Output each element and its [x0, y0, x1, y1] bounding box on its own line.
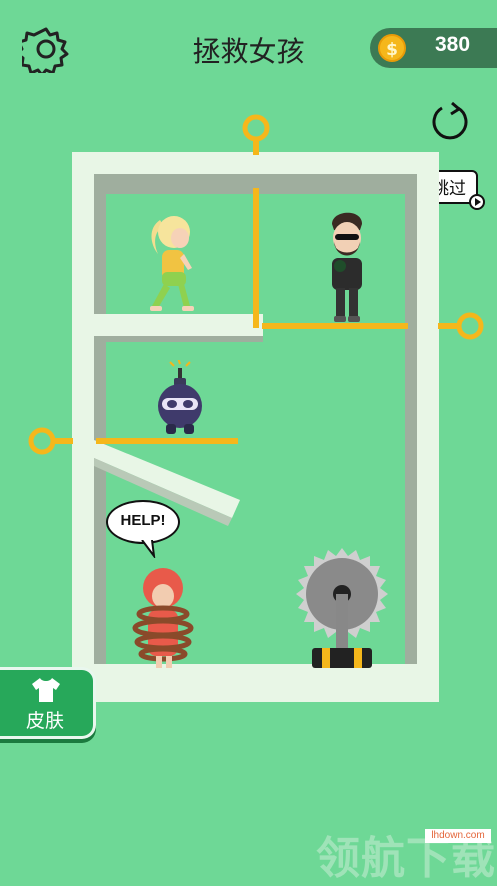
pin-horizontal-right[interactable]	[260, 310, 486, 342]
villain-man	[332, 212, 362, 322]
shirt-icon	[32, 678, 60, 702]
circular-saw	[296, 548, 388, 668]
blonde-girl	[150, 216, 194, 311]
watermark-url: lhdown.com	[425, 829, 491, 843]
tied-girl	[132, 568, 194, 668]
coin-count: 380	[434, 33, 471, 56]
frame-bottom-wall	[72, 682, 439, 702]
frame-right-wall	[417, 152, 439, 702]
bubble-text: HELP!	[120, 512, 166, 529]
shelf-upper-left-shade	[106, 336, 263, 342]
coin-icon: $	[378, 34, 406, 62]
frame-inner-shade-left	[94, 174, 106, 314]
restart-icon[interactable]	[428, 100, 472, 144]
play-icon	[469, 194, 485, 210]
skin-label: 皮肤	[25, 710, 64, 732]
speech-bubble-tail	[141, 540, 156, 558]
pin-vertical[interactable]	[238, 112, 274, 330]
skin-button[interactable]: 皮肤	[0, 667, 96, 739]
frame-inner-shade-right	[405, 174, 417, 682]
bomb-ninja	[158, 360, 202, 434]
speech-bubble: HELP!	[106, 500, 180, 544]
